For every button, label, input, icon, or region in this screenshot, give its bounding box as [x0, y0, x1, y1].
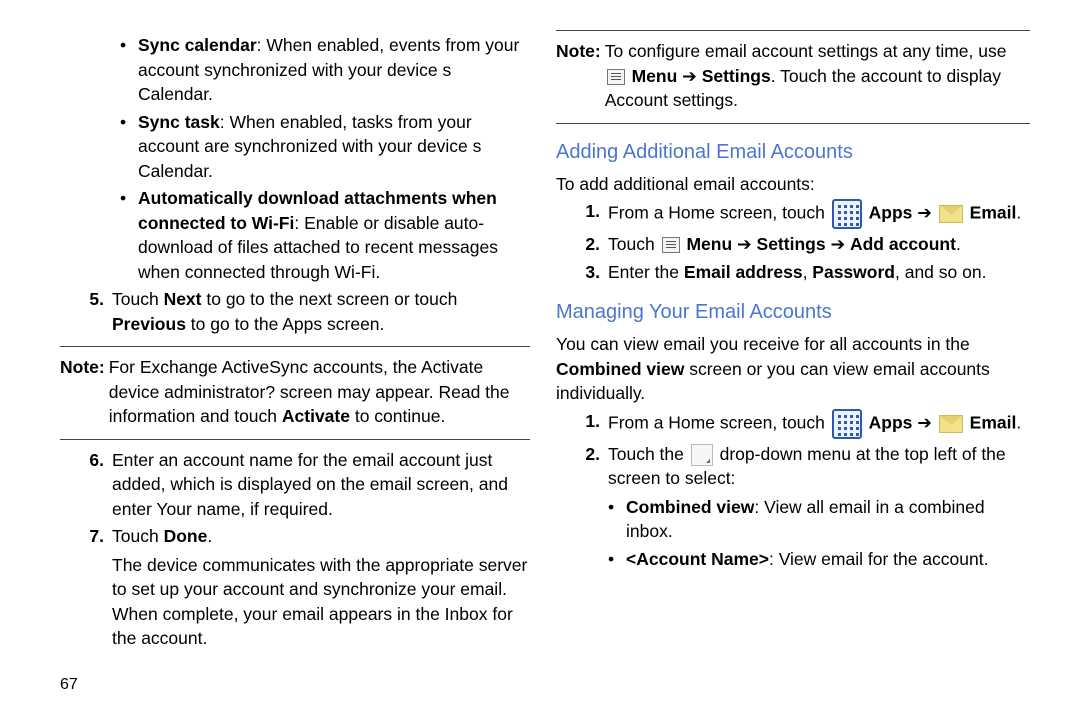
text: , — [803, 262, 813, 282]
text-bold: Next — [164, 289, 202, 309]
text-bold: Add account — [850, 234, 956, 254]
text: , and so on. — [895, 262, 986, 282]
email-icon — [939, 205, 963, 223]
heading-managing-accounts: Managing Your Email Accounts — [556, 298, 1030, 326]
text-bold: Previous — [112, 314, 186, 334]
step-number: 6. — [60, 448, 112, 522]
apps-icon — [832, 409, 862, 439]
apps-icon — [832, 199, 862, 229]
step-number: 5. — [60, 287, 112, 336]
step-number: 1. — [556, 199, 608, 229]
text-bold: Email — [970, 412, 1017, 432]
managing-intro: You can view email you receive for all a… — [556, 332, 1030, 406]
right-column: Note: To configure email account setting… — [550, 30, 1040, 680]
text: Enter an account name for the email acco… — [112, 448, 530, 522]
note-activesync: Note: For Exchange ActiveSync accounts, … — [60, 355, 530, 429]
page-number: 67 — [60, 676, 78, 694]
heading-adding-accounts: Adding Additional Email Accounts — [556, 138, 1030, 166]
add-step-1: 1. From a Home screen, touch Apps ➔ Emai… — [556, 199, 1030, 229]
text: . — [1016, 203, 1021, 223]
text: to go to the next screen or touch — [202, 289, 458, 309]
bullet-dot: • — [608, 495, 626, 544]
text: Touch — [112, 526, 164, 546]
bullet-auto-download: • Automatically download attachments whe… — [120, 186, 530, 284]
text: . — [1016, 412, 1021, 432]
note-configure-settings: Note: To configure email account setting… — [556, 39, 1030, 113]
add-step-3: 3. Enter the Email address, Password, an… — [556, 260, 1030, 285]
text-bold: Done — [164, 526, 208, 546]
text: ➔ — [912, 412, 936, 432]
menu-icon — [607, 69, 625, 85]
adding-intro: To add additional email accounts: — [556, 172, 1030, 197]
text-bold: Activate — [282, 406, 350, 426]
text-bold: Menu — [632, 66, 678, 86]
text-bold: Password — [812, 262, 895, 282]
text: ➔ — [826, 234, 850, 254]
separator — [556, 123, 1030, 124]
step-7-followup: The device communicates with the appropr… — [112, 553, 530, 651]
bullet-account-name: • <Account Name>: View email for the acc… — [608, 547, 1030, 572]
text-bold: Apps — [869, 203, 913, 223]
text: ➔ — [912, 203, 936, 223]
note-label: Note: — [556, 39, 605, 113]
note-label: Note: — [60, 355, 109, 429]
bullet-dot: • — [120, 186, 138, 284]
dropdown-icon — [691, 444, 713, 466]
text-bold: Email address — [684, 262, 803, 282]
text: Enter the — [608, 262, 684, 282]
manage-step-1: 1. From a Home screen, touch Apps ➔ Emai… — [556, 409, 1030, 439]
text: . — [207, 526, 212, 546]
text: From a Home screen, touch — [608, 412, 830, 432]
text: Touch — [608, 234, 660, 254]
step-number: 1. — [556, 409, 608, 439]
bullet-text: : View email for the account. — [769, 549, 989, 569]
email-icon — [939, 415, 963, 433]
left-column: • Sync calendar: When enabled, events fr… — [60, 30, 550, 680]
bullet-title: <Account Name> — [626, 549, 769, 569]
text-bold: Email — [970, 203, 1017, 223]
bullet-dot: • — [120, 33, 138, 107]
text-bold: Combined view — [556, 359, 684, 379]
step-number: 2. — [556, 442, 608, 575]
text: to continue. — [350, 406, 445, 426]
separator — [556, 30, 1030, 31]
step-7: 7. Touch Done. The device communicates w… — [60, 524, 530, 651]
text: ➔ — [732, 234, 756, 254]
step-6: 6. Enter an account name for the email a… — [60, 448, 530, 522]
text: Touch the — [608, 444, 689, 464]
text: From a Home screen, touch — [608, 203, 830, 223]
bullet-title: Sync calendar — [138, 35, 257, 55]
separator — [60, 346, 530, 347]
document-page: • Sync calendar: When enabled, events fr… — [0, 0, 1080, 720]
bullet-title: Combined view — [626, 497, 754, 517]
text-bold: Settings — [702, 66, 771, 86]
step-5: 5. Touch Next to go to the next screen o… — [60, 287, 530, 336]
bullet-dot: • — [608, 547, 626, 572]
text: To configure email account settings at a… — [605, 41, 1007, 61]
text: Touch — [112, 289, 164, 309]
bullet-sync-task: • Sync task: When enabled, tasks from yo… — [120, 110, 530, 184]
text: . — [956, 234, 961, 254]
step-number: 7. — [60, 524, 112, 651]
bullet-sync-calendar: • Sync calendar: When enabled, events fr… — [120, 33, 530, 107]
text-bold: Apps — [869, 412, 913, 432]
bullet-combined-view: • Combined view: View all email in a com… — [608, 495, 1030, 544]
manage-step-2: 2. Touch the drop-down menu at the top l… — [556, 442, 1030, 575]
text: ➔ — [677, 66, 701, 86]
bullet-group: • Sync calendar: When enabled, events fr… — [60, 33, 530, 284]
text-bold: Settings — [757, 234, 826, 254]
step-number: 3. — [556, 260, 608, 285]
bullet-dot: • — [120, 110, 138, 184]
menu-icon — [662, 237, 680, 253]
text: to go to the Apps screen. — [186, 314, 384, 334]
bullet-title: Sync task — [138, 112, 220, 132]
add-step-2: 2. Touch Menu ➔ Settings ➔ Add account. — [556, 232, 1030, 257]
separator — [60, 439, 530, 440]
step-number: 2. — [556, 232, 608, 257]
text: You can view email you receive for all a… — [556, 334, 970, 354]
text-bold: Menu — [686, 234, 732, 254]
